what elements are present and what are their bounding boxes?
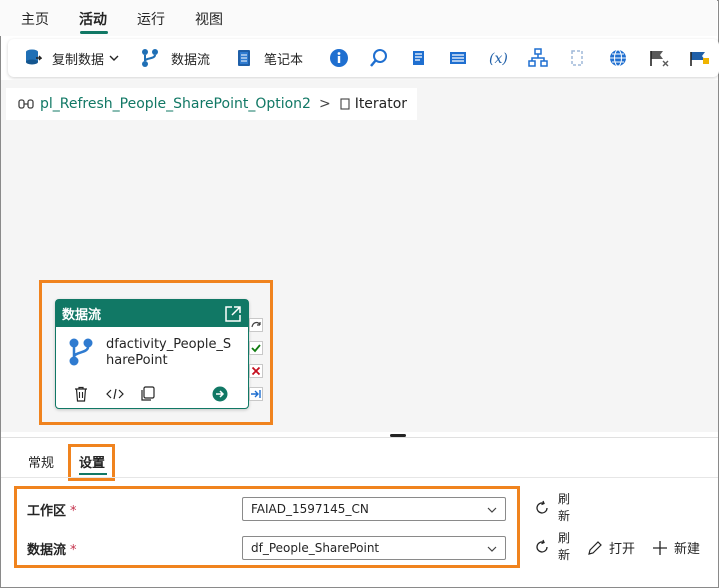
dataflow-icon <box>142 49 158 67</box>
web-button[interactable] <box>608 39 628 77</box>
plus-icon <box>653 540 667 555</box>
refresh-label: 刷新 <box>558 531 571 562</box>
breadcrumb: pl_Refresh_People_SharePoint_Option2 > I… <box>6 88 418 120</box>
dataflow-label-text: 数据流 <box>27 543 67 558</box>
breadcrumb-current: Iterator <box>354 96 408 112</box>
settings-tab-highlight <box>68 444 115 481</box>
open-label: 打开 <box>609 542 636 557</box>
success-output-icon[interactable] <box>249 341 263 355</box>
workspace-select[interactable]: FAIAD_1597145_CN <box>242 497 506 521</box>
pipeline-icon <box>18 99 34 109</box>
tab-home[interactable]: 主页 <box>21 9 49 29</box>
open-dataflow-button[interactable]: 打开 <box>587 538 635 557</box>
dataflow-refresh-button[interactable]: 刷新 <box>534 530 572 564</box>
database-icon <box>26 49 42 65</box>
foreach-button[interactable] <box>568 39 588 77</box>
activities-toolbar: 复制数据 数据流 笔记本 (x) <box>8 39 719 77</box>
pencil-icon <box>588 540 602 555</box>
refresh-icon <box>536 539 548 553</box>
lookup-button[interactable] <box>369 39 389 77</box>
expression-button[interactable]: (x) <box>488 39 510 77</box>
dataflow-activity-card[interactable]: 数据流 dfactivity_People_SharePoint <box>55 299 249 409</box>
activity-type-label: 数据流 <box>62 308 102 323</box>
copy-data-label: 复制数据 <box>52 52 105 68</box>
script-button[interactable] <box>409 39 429 77</box>
chevron-down-icon <box>109 55 119 61</box>
workspace-label: 工作区 * <box>27 500 77 519</box>
dataflow-button[interactable]: 数据流 <box>141 39 210 77</box>
variable-list-icon <box>450 52 466 64</box>
iterator-icon <box>340 98 350 110</box>
tab-view[interactable]: 视图 <box>195 9 223 29</box>
if-condition-button[interactable] <box>528 39 548 77</box>
info-icon <box>330 49 348 67</box>
teams-flag-icon <box>690 52 709 66</box>
svg-text:(x): (x) <box>489 51 508 67</box>
notebook-icon <box>238 50 250 66</box>
activity-name: dfactivity_People_SharePoint <box>106 337 232 368</box>
workspace-label-text: 工作区 <box>27 504 67 519</box>
copy-data-button[interactable]: 复制数据 <box>24 39 120 77</box>
condition-icon <box>528 48 548 67</box>
loop-icon <box>571 50 583 66</box>
workspace-refresh-button[interactable]: 刷新 <box>534 491 572 525</box>
tab-run[interactable]: 运行 <box>137 9 165 29</box>
search-icon <box>370 49 387 67</box>
breadcrumb-separator: > <box>318 96 331 112</box>
function-x-icon: (x) <box>489 51 508 67</box>
code-icon[interactable] <box>106 387 124 401</box>
activity-body: dfactivity_People_SharePoint <box>56 327 248 409</box>
dataflow-icon <box>69 338 93 366</box>
notebook-button[interactable]: 笔记本 <box>236 39 303 77</box>
chevron-down-icon <box>487 507 497 513</box>
activity-header: 数据流 <box>56 300 248 327</box>
skip-output-icon[interactable] <box>249 318 263 332</box>
chevron-down-icon <box>487 546 497 552</box>
dataflow-select[interactable]: df_People_SharePoint <box>242 536 506 560</box>
dataflow-select-value: df_People_SharePoint <box>251 541 380 555</box>
new-dataflow-button[interactable]: 新建 <box>652 538 700 557</box>
info-button[interactable] <box>329 39 349 77</box>
fail-button[interactable] <box>648 39 670 77</box>
new-label: 新建 <box>674 542 701 557</box>
fail-output-icon[interactable] <box>249 364 263 378</box>
copy-icon[interactable] <box>140 386 156 402</box>
flag-icon <box>650 51 669 67</box>
arrow-right-circle-icon[interactable] <box>212 386 228 402</box>
completion-output-icon[interactable] <box>249 387 263 401</box>
refresh-label: 刷新 <box>558 492 571 523</box>
required-marker: * <box>70 504 77 519</box>
set-variable-button[interactable] <box>448 39 468 77</box>
dataflow-label: 数据流 * <box>27 539 77 558</box>
required-marker: * <box>70 543 77 558</box>
tab-activities[interactable]: 活动 <box>79 9 107 29</box>
active-tab-indicator <box>80 31 108 34</box>
top-menu: 主页 活动 运行 视图 <box>0 0 717 36</box>
teams-button[interactable] <box>688 39 710 77</box>
tab-general[interactable]: 常规 <box>28 452 54 471</box>
dataflow-label: 数据流 <box>171 52 211 68</box>
script-icon <box>413 51 424 65</box>
refresh-icon <box>536 500 548 514</box>
open-external-icon[interactable] <box>224 305 242 323</box>
notebook-label: 笔记本 <box>264 52 304 68</box>
globe-icon <box>610 49 626 67</box>
workspace-select-value: FAIAD_1597145_CN <box>251 502 369 516</box>
pane-divider <box>1 477 718 478</box>
breadcrumb-pipeline-link[interactable]: pl_Refresh_People_SharePoint_Option2 <box>40 96 311 112</box>
delete-icon[interactable] <box>73 386 89 402</box>
